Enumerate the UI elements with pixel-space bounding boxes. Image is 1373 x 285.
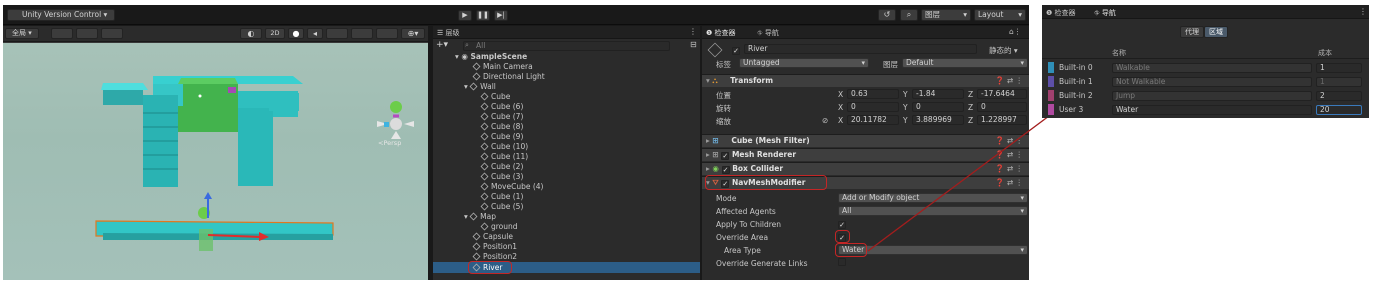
area-color-swatch [1048, 62, 1054, 73]
area-color-swatch [1048, 104, 1054, 115]
area-name-field: Not Walkable [1112, 77, 1312, 87]
area-slot-label: Built-in 0 [1059, 63, 1093, 72]
area-cost-field[interactable]: 1 [1316, 63, 1362, 73]
panel-menu-icon[interactable]: ⋮ [1359, 7, 1367, 16]
area-name-field: Jump [1112, 91, 1312, 101]
column-cost-header: 成本 [1318, 49, 1332, 57]
area-name-field: Walkable [1112, 63, 1312, 73]
agents-tab-button[interactable]: 代理 [1180, 26, 1204, 38]
navigation-panel: ❶ 检查器 ⛗ 导航 ⋮ 代理 区域 名称 成本 Built-in 0 Walk… [1042, 5, 1369, 118]
area-slot-label: User 3 [1059, 105, 1084, 114]
area-slot-label: Built-in 1 [1059, 77, 1093, 86]
area-color-swatch [1048, 76, 1054, 87]
area-slot-label: Built-in 2 [1059, 91, 1093, 100]
areas-table-header: 名称 成本 [1042, 47, 1369, 59]
navigation-tab-strip: ❶ 检查器 ⛗ 导航 ⋮ [1042, 5, 1369, 19]
tab-inspector[interactable]: ❶ 检查器 [1046, 8, 1076, 18]
area-name-field[interactable]: Water [1112, 105, 1312, 115]
area-cost-field[interactable]: 2 [1316, 91, 1362, 101]
area-color-swatch [1048, 90, 1054, 101]
area-cost-field[interactable]: 20 [1316, 105, 1362, 115]
areas-tab-button[interactable]: 区域 [1204, 26, 1228, 38]
area-cost-field: 1 [1316, 77, 1362, 87]
tab-navigation[interactable]: ⛗ 导航 [1094, 8, 1116, 18]
column-name-header: 名称 [1112, 49, 1126, 57]
